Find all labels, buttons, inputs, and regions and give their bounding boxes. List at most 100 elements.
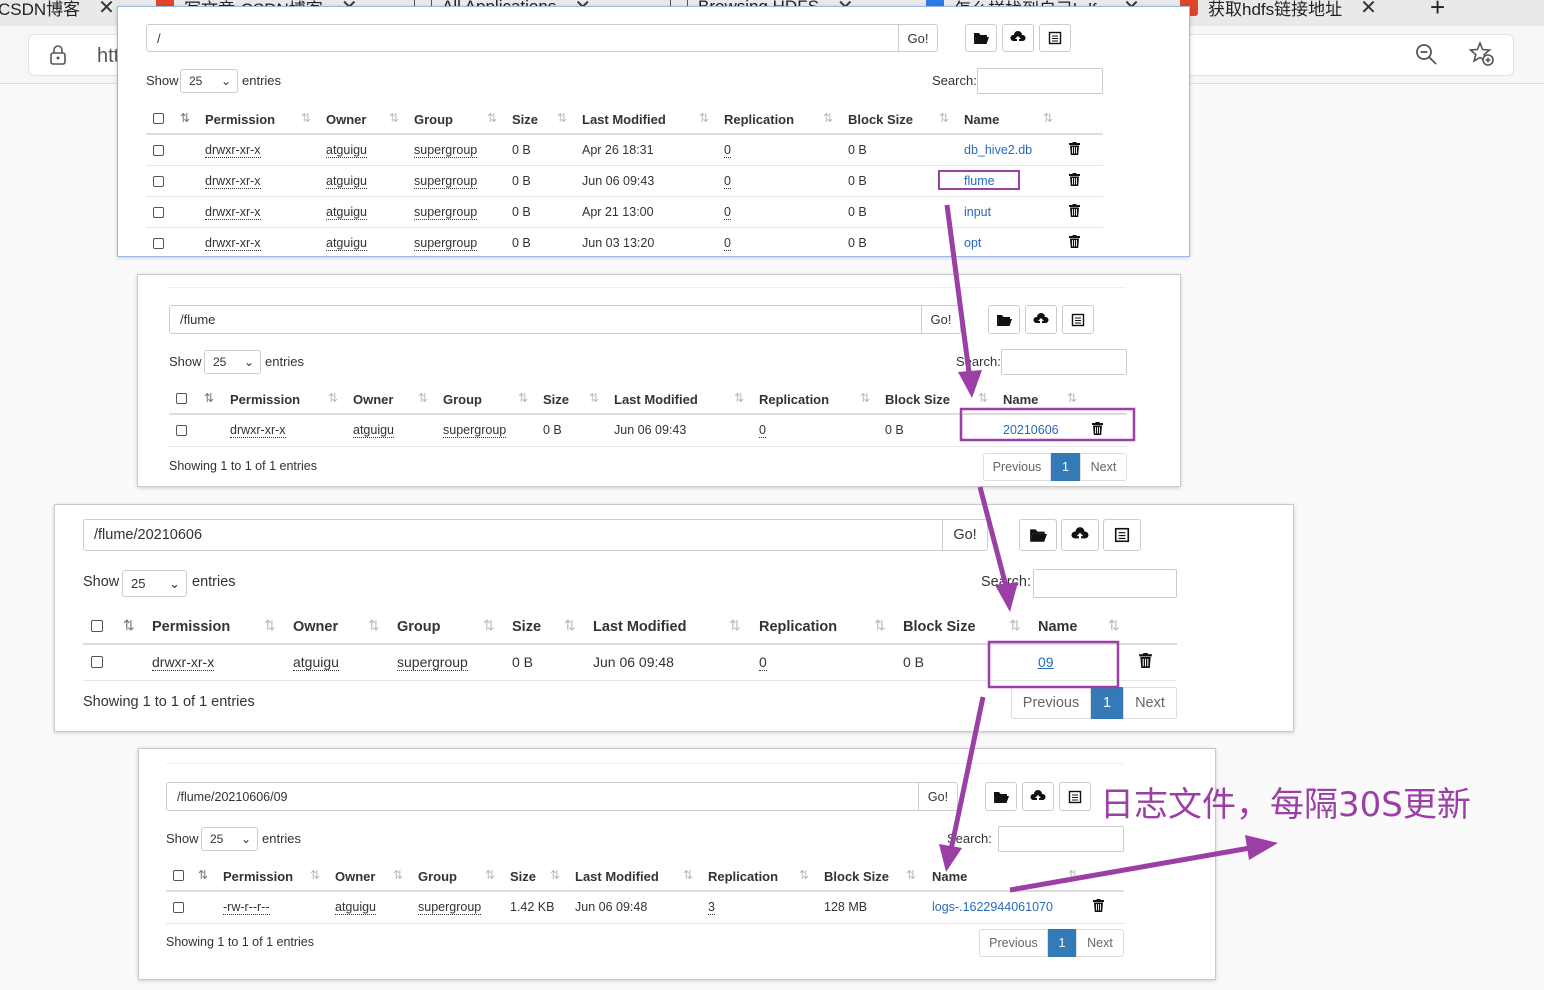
- cut-paste-button[interactable]: [1059, 782, 1091, 811]
- cut-paste-button[interactable]: [1062, 305, 1094, 334]
- new-tab-button[interactable]: +: [1430, 0, 1445, 22]
- entries-select[interactable]: 25 ⌄: [122, 570, 187, 597]
- col-block-size[interactable]: Block Size: [903, 619, 976, 635]
- col-group[interactable]: Group: [397, 619, 441, 635]
- close-icon[interactable]: ✕: [98, 0, 115, 20]
- col-size[interactable]: Size: [510, 869, 536, 884]
- owner-value[interactable]: atguigu: [326, 205, 368, 220]
- group-value[interactable]: supergroup: [397, 654, 468, 671]
- replication-value[interactable]: 0: [724, 174, 731, 189]
- path-input[interactable]: /flume/20210606/09: [166, 782, 919, 811]
- group-value[interactable]: supergroup: [418, 900, 482, 915]
- search-input[interactable]: [1033, 569, 1177, 598]
- col-size[interactable]: Size: [512, 619, 541, 635]
- upload-button[interactable]: [1025, 305, 1057, 334]
- next-button[interactable]: Next: [1123, 687, 1177, 719]
- next-button[interactable]: Next: [1076, 929, 1124, 957]
- col-replication[interactable]: Replication: [708, 869, 778, 884]
- path-input[interactable]: /flume/20210606: [83, 519, 943, 551]
- sort-icon[interactable]: ⇅: [699, 111, 709, 125]
- browser-tab[interactable]: 获取hdfs链接地址 ✕: [1180, 0, 1377, 22]
- search-input[interactable]: [998, 826, 1124, 852]
- upload-button[interactable]: [1061, 519, 1099, 551]
- name-link[interactable]: db_hive2.db: [964, 143, 1032, 157]
- create-directory-button[interactable]: [985, 782, 1017, 811]
- col-block-size[interactable]: Block Size: [848, 112, 913, 127]
- sort-icon[interactable]: ⇅: [550, 868, 560, 882]
- trash-icon[interactable]: [1092, 422, 1103, 435]
- row-checkbox[interactable]: [91, 656, 103, 668]
- upload-button[interactable]: [1002, 24, 1034, 52]
- sort-icon[interactable]: ⇅: [978, 391, 988, 405]
- col-permission[interactable]: Permission: [152, 619, 230, 635]
- sort-icon[interactable]: ⇅: [823, 111, 833, 125]
- col-replication[interactable]: Replication: [759, 392, 829, 407]
- sort-icon[interactable]: ⇅: [1067, 391, 1077, 405]
- close-icon[interactable]: ✕: [1360, 0, 1377, 20]
- select-all-checkbox[interactable]: [176, 393, 187, 404]
- col-permission[interactable]: Permission: [230, 392, 300, 407]
- sort-icon[interactable]: ⇅: [860, 391, 870, 405]
- owner-value[interactable]: atguigu: [326, 143, 368, 158]
- col-group[interactable]: Group: [443, 392, 482, 407]
- col-owner[interactable]: Owner: [326, 112, 366, 127]
- replication-value[interactable]: 3: [708, 900, 715, 915]
- replication-value[interactable]: 0: [724, 205, 731, 220]
- sort-icon[interactable]: ⇅: [729, 617, 741, 634]
- group-value[interactable]: supergroup: [414, 236, 478, 251]
- group-value[interactable]: supergroup: [414, 205, 478, 220]
- replication-value[interactable]: 0: [724, 236, 731, 251]
- trash-icon[interactable]: [1069, 142, 1080, 155]
- sort-icon[interactable]: ⇅: [1043, 111, 1053, 125]
- name-link[interactable]: 09: [1038, 654, 1054, 670]
- trash-icon[interactable]: [1069, 235, 1080, 248]
- col-last-modified[interactable]: Last Modified: [614, 392, 698, 407]
- col-permission[interactable]: Permission: [223, 869, 293, 884]
- permission-value[interactable]: drwxr-xr-x: [230, 423, 286, 438]
- select-all-checkbox[interactable]: [91, 620, 103, 632]
- name-link[interactable]: logs-.1622944061070: [932, 900, 1053, 914]
- sort-icon[interactable]: ⇅: [301, 111, 311, 125]
- replication-value[interactable]: 0: [759, 654, 767, 671]
- col-size[interactable]: Size: [543, 392, 569, 407]
- sort-icon[interactable]: ⇅: [1068, 868, 1078, 882]
- col-group[interactable]: Group: [414, 112, 453, 127]
- entries-select[interactable]: 25 ⌄: [204, 350, 261, 374]
- previous-button[interactable]: Previous: [979, 929, 1048, 957]
- add-favorite-icon[interactable]: [1468, 40, 1496, 68]
- create-directory-button[interactable]: [988, 305, 1020, 334]
- name-link[interactable]: input: [964, 205, 991, 219]
- next-button[interactable]: Next: [1080, 453, 1127, 481]
- sort-icon[interactable]: ⇅: [389, 111, 399, 125]
- group-value[interactable]: supergroup: [443, 423, 507, 438]
- trash-icon[interactable]: [1093, 899, 1104, 912]
- sort-icon[interactable]: ⇅: [264, 617, 276, 634]
- page-1-button[interactable]: 1: [1051, 453, 1080, 481]
- owner-value[interactable]: atguigu: [326, 174, 368, 189]
- permission-value[interactable]: drwxr-xr-x: [205, 205, 261, 220]
- trash-icon[interactable]: [1069, 204, 1080, 217]
- sort-icon[interactable]: ⇅: [310, 868, 320, 882]
- entries-select[interactable]: 25 ⌄: [201, 827, 258, 851]
- sort-icon[interactable]: ⇅: [683, 868, 693, 882]
- col-name[interactable]: Name: [932, 869, 967, 884]
- sort-icon[interactable]: ⇅: [1009, 617, 1021, 634]
- trash-icon[interactable]: [1069, 173, 1080, 186]
- permission-value[interactable]: drwxr-xr-x: [205, 236, 261, 251]
- owner-value[interactable]: atguigu: [335, 900, 377, 915]
- page-1-button[interactable]: 1: [1091, 687, 1123, 719]
- col-last-modified[interactable]: Last Modified: [582, 112, 666, 127]
- sort-icon[interactable]: ⇅: [204, 391, 214, 405]
- name-link[interactable]: opt: [964, 236, 981, 250]
- create-directory-button[interactable]: [1019, 519, 1057, 551]
- col-owner[interactable]: Owner: [353, 392, 393, 407]
- row-checkbox[interactable]: [153, 207, 164, 218]
- sort-icon[interactable]: ⇅: [123, 617, 135, 634]
- path-input[interactable]: /: [146, 24, 899, 52]
- col-permission[interactable]: Permission: [205, 112, 275, 127]
- owner-value[interactable]: atguigu: [353, 423, 395, 438]
- col-replication[interactable]: Replication: [759, 619, 837, 635]
- group-value[interactable]: supergroup: [414, 174, 478, 189]
- permission-value[interactable]: drwxr-xr-x: [205, 174, 261, 189]
- path-input[interactable]: /flume: [169, 305, 922, 334]
